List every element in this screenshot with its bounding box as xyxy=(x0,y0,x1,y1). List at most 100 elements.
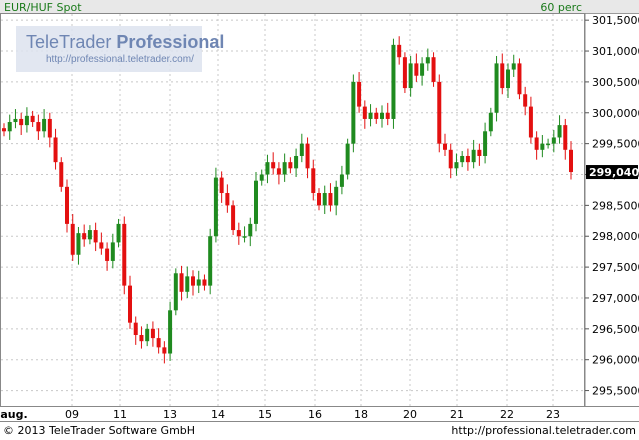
x-tick-label: 15 xyxy=(258,408,272,421)
candle-down xyxy=(534,137,539,150)
candle-down xyxy=(448,149,453,169)
candle-down xyxy=(402,57,407,89)
watermark-brand-bold: Professional xyxy=(116,32,224,52)
candle-down xyxy=(53,137,58,163)
y-tick-label: 295,5000 xyxy=(592,385,639,398)
candle-up xyxy=(511,63,516,70)
y-tick-label: 296,0000 xyxy=(592,354,639,367)
candle-down xyxy=(305,143,310,169)
candle-up xyxy=(13,118,18,123)
interval-label: 60 perc xyxy=(540,1,582,14)
candle-up xyxy=(494,63,499,113)
candle-down xyxy=(465,155,470,163)
candle-up xyxy=(540,143,545,150)
candle-up xyxy=(213,177,218,237)
candle-down xyxy=(156,338,161,348)
footer-url[interactable]: http://professional.teletrader.com xyxy=(451,424,636,437)
candle-up xyxy=(339,174,344,187)
candle-down xyxy=(563,125,568,150)
candle-up xyxy=(420,63,425,76)
candle-up xyxy=(408,63,413,89)
candle-up xyxy=(173,273,178,311)
candle-down xyxy=(19,118,24,126)
x-tick-label: aug. xyxy=(0,408,27,421)
candle-down xyxy=(374,112,379,119)
y-tick-label: 298,5000 xyxy=(592,199,639,212)
footer-copyright: © 2013 TeleTrader Software GmbH xyxy=(3,424,195,437)
candle-up xyxy=(242,236,247,238)
candle-up xyxy=(265,162,270,175)
candles-group xyxy=(2,36,573,364)
candle-up xyxy=(42,118,47,132)
candle-up xyxy=(351,81,356,144)
candle-down xyxy=(231,205,236,231)
candle-up xyxy=(483,131,488,156)
candle-down xyxy=(150,328,155,339)
candle-down xyxy=(82,233,87,240)
candle-up xyxy=(196,279,201,286)
x-tick-label: 13 xyxy=(163,408,177,421)
candle-down xyxy=(500,63,505,89)
candle-down xyxy=(271,162,276,169)
candle-up xyxy=(87,230,92,240)
y-tick-label: 297,0000 xyxy=(592,292,639,305)
candle-down xyxy=(133,322,138,336)
candle-down xyxy=(357,81,362,107)
candle-up xyxy=(282,162,287,175)
candle-down xyxy=(288,162,293,169)
candle-down xyxy=(569,149,573,173)
x-tick-label: 09 xyxy=(65,408,79,421)
candle-up xyxy=(460,155,465,163)
candle-up xyxy=(168,310,173,354)
candle-down xyxy=(70,223,75,255)
candle-down xyxy=(36,122,41,132)
x-tick-label: 11 xyxy=(113,408,127,421)
y-tick-label: 300,5000 xyxy=(592,76,639,89)
last-price-label: 299,0400 xyxy=(589,166,639,179)
candle-down xyxy=(443,143,447,150)
candle-down xyxy=(59,162,64,187)
candle-up xyxy=(322,193,327,206)
candle-down xyxy=(431,57,436,82)
candle-up xyxy=(7,122,12,132)
candle-up xyxy=(116,223,121,243)
candle-down xyxy=(328,193,333,206)
candle-up xyxy=(380,112,384,119)
x-tick-label: 16 xyxy=(308,408,322,421)
watermark-brand-regular: TeleTrader xyxy=(26,32,116,52)
candle-down xyxy=(523,94,528,107)
y-tick-label: 301,5000 xyxy=(592,14,639,27)
y-tick-label: 299,5000 xyxy=(592,138,639,151)
candle-up xyxy=(368,112,373,119)
y-tick-label: 301,0000 xyxy=(592,45,639,58)
candle-up xyxy=(471,149,476,163)
y-tick-label: 300,0000 xyxy=(592,107,639,120)
y-tick-label: 296,5000 xyxy=(592,323,639,336)
candle-down xyxy=(528,106,533,138)
candle-up xyxy=(334,186,339,206)
x-tick-label: 20 xyxy=(403,408,417,421)
candle-up xyxy=(145,328,150,342)
candle-down xyxy=(202,279,207,286)
x-tick-label: 18 xyxy=(354,408,368,421)
candle-up xyxy=(294,155,299,169)
chart-canvas[interactable]: EUR/HUF Spot 60 perc TeleTrader Professi… xyxy=(0,0,639,440)
candle-down xyxy=(2,128,6,132)
chart-container[interactable]: EUR/HUF Spot 60 perc TeleTrader Professi… xyxy=(0,0,639,440)
watermark: TeleTrader Professional http://professio… xyxy=(16,26,224,72)
candle-down xyxy=(179,273,184,292)
candle-down xyxy=(414,63,419,76)
candle-down xyxy=(128,285,132,323)
candle-up xyxy=(110,242,115,261)
candle-up xyxy=(425,57,430,64)
candle-down xyxy=(105,248,110,261)
candle-down xyxy=(317,193,321,206)
candle-up xyxy=(254,180,258,224)
y-tick-label: 298,0000 xyxy=(592,230,639,243)
x-tick-label: 22 xyxy=(500,408,514,421)
candle-down xyxy=(311,168,316,194)
candle-up xyxy=(506,69,510,89)
candle-up xyxy=(454,162,459,169)
candle-down xyxy=(162,347,167,354)
y-axis-ticks: 301,5000 301,0000 300,5000 300,0000 299,5000… xyxy=(585,14,639,398)
